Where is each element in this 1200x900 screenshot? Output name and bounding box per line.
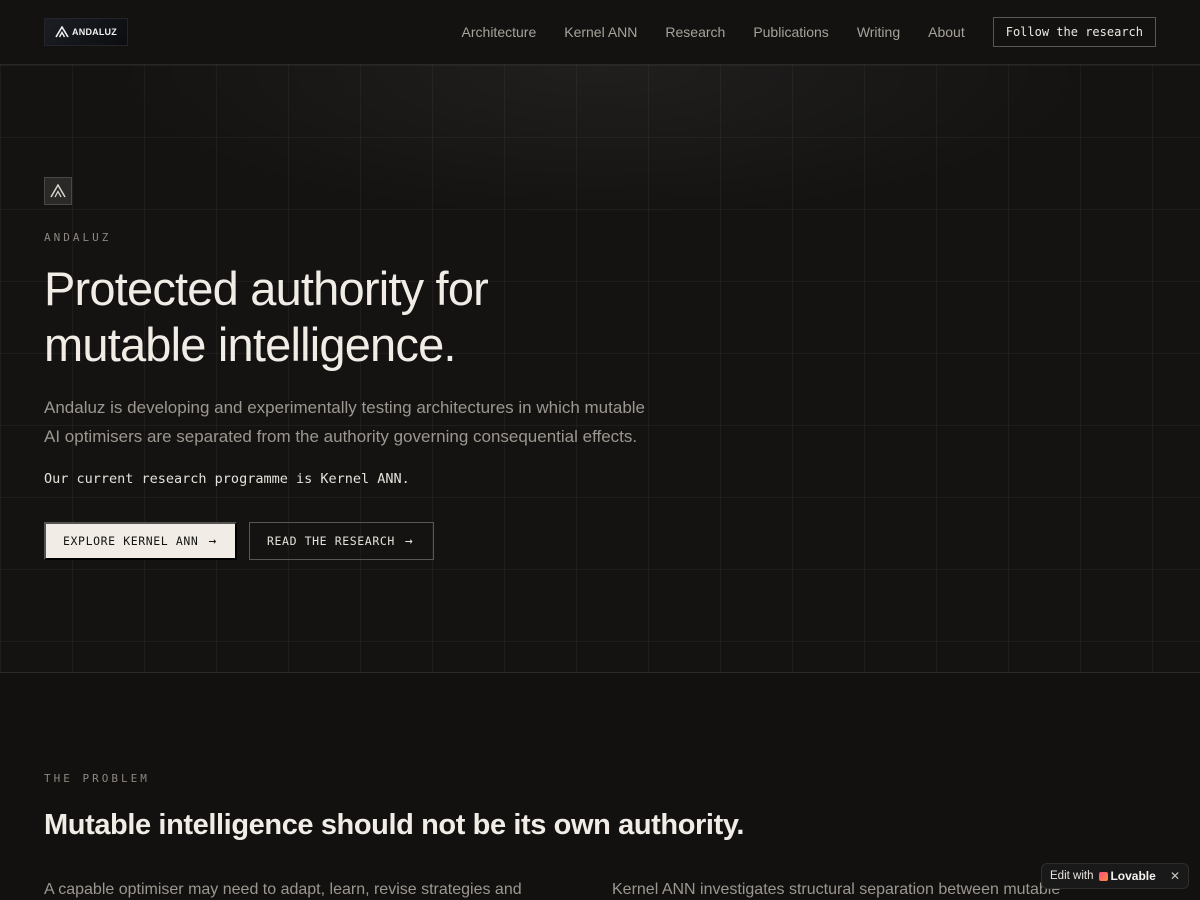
hero-title-line: mutable intelligence. — [44, 318, 456, 371]
andaluz-mark-icon — [50, 184, 66, 198]
follow-research-button[interactable]: Follow the research — [992, 17, 1156, 47]
hero-description-line: Andaluz is developing and experimentally… — [44, 398, 646, 417]
nav-link-publications[interactable]: Publications — [753, 24, 829, 40]
hero-section: ANDALUZ Protected authority for mutable … — [0, 65, 1200, 673]
explore-kernel-ann-button[interactable]: EXPLORE KERNEL ANN → — [44, 522, 237, 560]
brand-logo[interactable]: ANDALUZ — [44, 18, 128, 46]
problem-title: Mutable intelligence should not be its o… — [44, 809, 745, 841]
explore-kernel-ann-label: EXPLORE KERNEL ANN — [63, 534, 199, 548]
nav-link-about[interactable]: About — [928, 24, 965, 40]
nav-link-research[interactable]: Research — [665, 24, 725, 40]
nav-links: Architecture Kernel ANN Research Publica… — [462, 24, 965, 40]
hero-title-line: Protected authority for — [44, 262, 489, 315]
nav-link-architecture[interactable]: Architecture — [462, 24, 537, 40]
hero-logo-mark — [44, 177, 72, 205]
problem-left-text: A capable optimiser may need to adapt, l… — [44, 881, 522, 898]
lovable-heart-icon — [1099, 871, 1109, 881]
problem-eyebrow: THE PROBLEM — [44, 772, 150, 785]
read-research-button[interactable]: READ THE RESEARCH → — [249, 522, 434, 560]
hero-description-line: AI optimisers are separated from the aut… — [44, 427, 638, 446]
hero-eyebrow: ANDALUZ — [44, 231, 112, 244]
nav-link-writing[interactable]: Writing — [857, 24, 900, 40]
arrow-right-icon: → — [404, 533, 414, 549]
hero-description: Andaluz is developing and experimentally… — [44, 393, 724, 451]
read-research-label: READ THE RESEARCH — [267, 534, 395, 548]
close-icon[interactable]: ✕ — [1170, 869, 1180, 883]
edit-with-lovable-badge[interactable]: Edit with Lovable ✕ — [1041, 863, 1189, 889]
nav-right: Architecture Kernel ANN Research Publica… — [462, 17, 1156, 47]
andaluz-mark-icon — [55, 26, 69, 38]
badge-label: Edit with — [1050, 870, 1094, 882]
arrow-right-icon: → — [208, 533, 217, 549]
nav-link-kernel-ann[interactable]: Kernel ANN — [564, 24, 637, 40]
hero-programme-line: Our current research programme is Kernel… — [44, 471, 410, 487]
problem-right-text: Kernel ANN investigates structural separ… — [612, 881, 1061, 898]
top-navbar: ANDALUZ Architecture Kernel ANN Research… — [0, 0, 1200, 65]
hero-title: Protected authority for mutable intellig… — [44, 261, 744, 373]
badge-brand: Lovable — [1110, 869, 1156, 883]
brand-logo-text: ANDALUZ — [72, 27, 117, 37]
